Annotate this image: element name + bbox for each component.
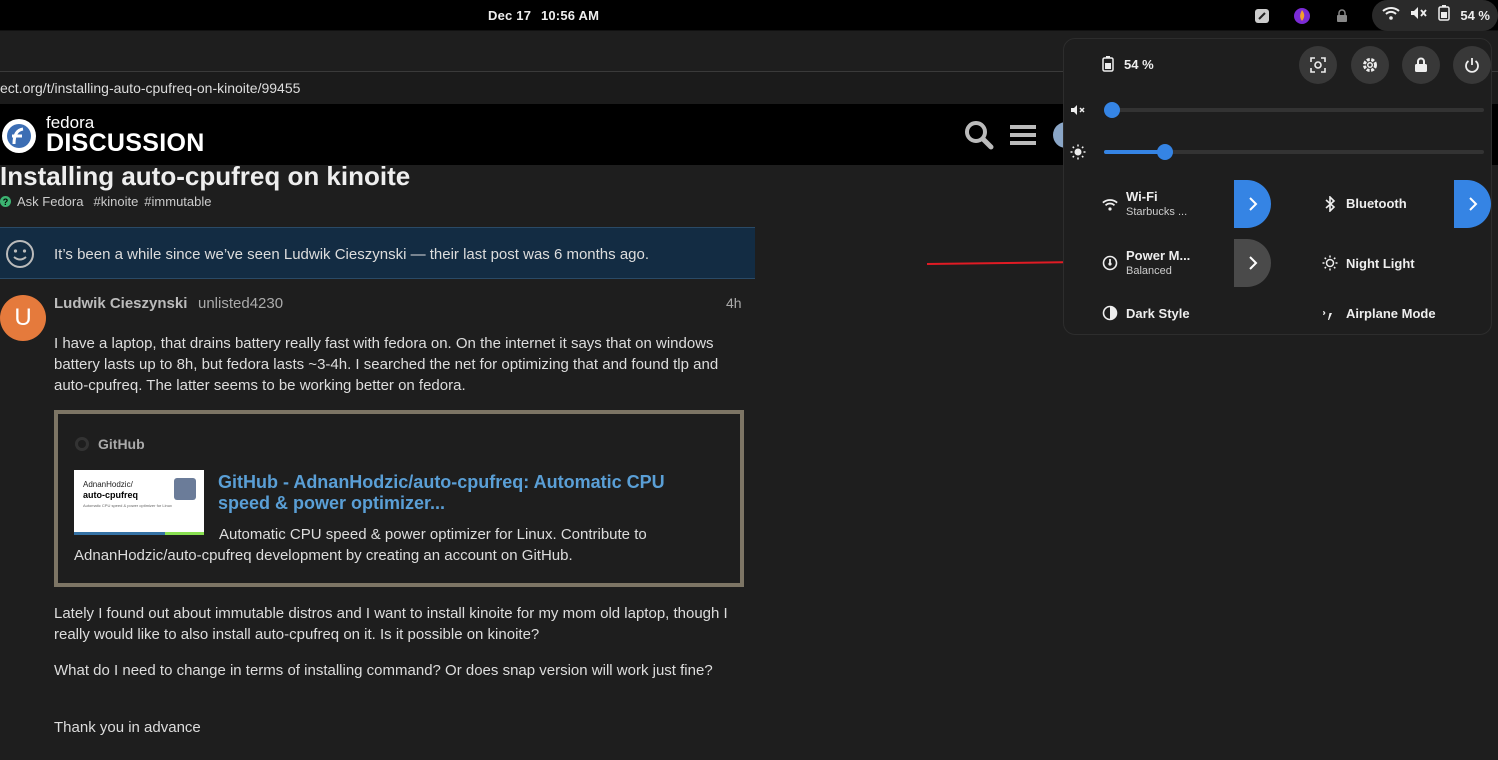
power-mode-menu-button[interactable] <box>1234 239 1271 287</box>
post-author-avatar[interactable]: U <box>0 295 46 341</box>
onebox-title-link[interactable]: GitHub - AdnanHodzic/auto-cpufreq: Autom… <box>218 472 718 514</box>
search-icon[interactable] <box>964 120 994 155</box>
dark-style-label: Dark Style <box>1126 306 1190 321</box>
volume-muted-icon <box>1410 6 1428 25</box>
onebox-description: Automatic CPU speed & power optimizer fo… <box>74 526 647 564</box>
post-paragraph: Thank you in advance <box>54 719 201 736</box>
battery-status: 54 % <box>1102 56 1154 72</box>
wifi-menu-button[interactable] <box>1234 180 1271 228</box>
battery-icon <box>1102 56 1114 72</box>
system-status-button[interactable]: 54 % <box>1372 0 1498 31</box>
wifi-icon <box>1102 196 1118 212</box>
fedora-discussion-logo[interactable]: fedora DISCUSSION <box>0 114 205 158</box>
post-author-name[interactable]: Ludwik Cieszynski <box>54 295 187 312</box>
chevron-right-icon <box>1468 197 1477 211</box>
category-link[interactable]: Ask Fedora <box>17 194 83 209</box>
post-paragraph: What do I need to change in terms of ins… <box>54 662 713 679</box>
dark-style-icon <box>1102 305 1118 321</box>
flame-app-icon[interactable] <box>1292 6 1312 26</box>
system-tray: 54 % <box>1252 0 1498 31</box>
logo-discussion-text: DISCUSSION <box>46 129 205 157</box>
quick-settings-panel: 54 % Wi-Fi Starbucks ... Bluetooth Power… <box>1063 38 1492 335</box>
brightness-slider[interactable] <box>1104 144 1484 160</box>
volume-slider-knob[interactable] <box>1104 102 1120 118</box>
volume-muted-icon[interactable] <box>1070 102 1086 118</box>
top-bar: Dec 17 10:56 AM 54 % <box>0 0 1498 31</box>
night-light-label: Night Light <box>1346 256 1415 271</box>
smile-icon <box>5 239 35 274</box>
wifi-label: Wi-Fi <box>1126 189 1158 204</box>
wifi-toggle[interactable]: Wi-Fi Starbucks ... <box>1064 180 1271 228</box>
post-paragraph: I have a laptop, that drains battery rea… <box>54 335 719 394</box>
chevron-right-icon <box>1248 197 1257 211</box>
night-light-icon <box>1322 255 1338 271</box>
night-light-toggle[interactable]: Night Light <box>1284 239 1484 287</box>
onebox-source-label: GitHub <box>98 436 145 452</box>
post-username[interactable]: unlisted4230 <box>198 295 283 312</box>
volume-slider[interactable] <box>1104 102 1484 118</box>
brightness-slider-knob[interactable] <box>1157 144 1173 160</box>
dark-style-toggle[interactable]: Dark Style <box>1064 289 1264 337</box>
airplane-mode-toggle[interactable]: Airplane Mode <box>1284 289 1484 337</box>
wifi-icon <box>1382 6 1401 25</box>
power-icon <box>1465 58 1479 73</box>
screenshot-icon <box>1310 57 1326 73</box>
thumbnail-owner: AdnanHodzic/ <box>83 480 133 489</box>
notice-text: It’s been a while since we’ve seen Ludwi… <box>54 246 650 263</box>
thumbnail-repo: auto-cpufreq <box>83 490 138 500</box>
topic-tags: ? Ask Fedora #kinoite #immutable <box>0 194 212 209</box>
bluetooth-menu-button[interactable] <box>1454 180 1491 228</box>
power-mode-toggle[interactable]: Power M... Balanced <box>1064 239 1271 287</box>
pencil-app-icon[interactable] <box>1252 6 1272 26</box>
power-off-button[interactable] <box>1453 46 1491 84</box>
airplane-icon <box>1322 305 1338 321</box>
chevron-right-icon <box>1248 256 1257 270</box>
hamburger-menu-icon[interactable] <box>1010 124 1036 151</box>
power-mode-value: Balanced <box>1126 265 1172 277</box>
gear-icon <box>1363 58 1377 72</box>
battery-icon <box>1438 5 1451 26</box>
github-icon <box>75 437 89 451</box>
thumbnail-desc: Automatic CPU speed & power optimizer fo… <box>83 503 172 508</box>
settings-button[interactable] <box>1351 46 1389 84</box>
question-category-icon: ? <box>0 196 11 207</box>
thumbnail-avatar <box>174 478 196 500</box>
lock-icon <box>1415 57 1427 72</box>
inactive-user-notice: It’s been a while since we’ve seen Ludwi… <box>0 227 755 279</box>
bluetooth-toggle[interactable]: Bluetooth <box>1284 180 1491 228</box>
airplane-mode-label: Airplane Mode <box>1346 306 1436 321</box>
date-label: Dec 17 <box>488 8 532 23</box>
clock[interactable]: Dec 17 10:56 AM <box>488 8 605 23</box>
time-label: 10:56 AM <box>540 8 600 23</box>
tag-link[interactable]: #immutable <box>144 194 211 209</box>
bluetooth-label: Bluetooth <box>1346 196 1407 211</box>
brightness-icon <box>1070 144 1086 160</box>
topic-title[interactable]: Installing auto-cpufreq on kinoite <box>0 161 410 192</box>
fedora-logo-icon <box>2 119 36 153</box>
screenshot-button[interactable] <box>1299 46 1337 84</box>
tag-link[interactable]: #kinoite <box>93 194 138 209</box>
github-onebox: GitHub AdnanHodzic/ auto-cpufreq Automat… <box>54 410 744 587</box>
brightness-slider-fill <box>1104 150 1165 154</box>
url-text: ect.org/t/installing-auto-cpufreq-on-kin… <box>0 80 301 96</box>
bluetooth-icon <box>1322 196 1338 212</box>
battery-percent: 54 % <box>1460 8 1490 23</box>
power-mode-icon <box>1102 255 1118 271</box>
onebox-source[interactable]: GitHub <box>74 436 145 452</box>
battery-percent: 54 % <box>1124 56 1154 72</box>
power-mode-label: Power M... <box>1126 248 1191 263</box>
privacy-lock-icon[interactable] <box>1332 6 1352 26</box>
post-paragraph: Lately I found out about immutable distr… <box>54 605 728 643</box>
lock-screen-button[interactable] <box>1402 46 1440 84</box>
post-timestamp[interactable]: 4h <box>726 295 742 311</box>
wifi-network-name: Starbucks ... <box>1126 206 1188 218</box>
